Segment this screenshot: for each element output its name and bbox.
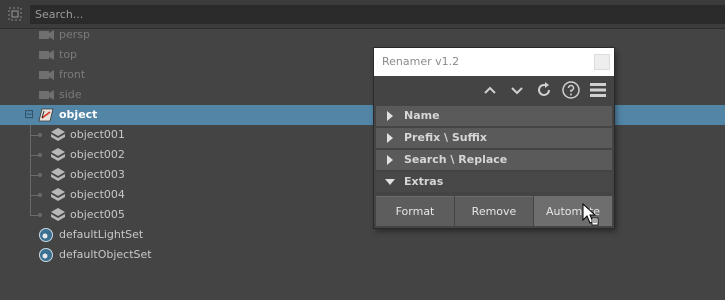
search-field[interactable] [30,5,725,24]
item-label: object001 [70,128,125,141]
section-search-replace[interactable]: Search \ Replace [376,150,612,170]
mesh-transform-icon [51,188,65,201]
section-prefix-suffix[interactable]: Prefix \ Suffix [376,128,612,148]
section-label: Prefix \ Suffix [404,131,487,144]
item-label: side [59,88,82,101]
window-titlebar[interactable]: Renamer v1.2 [374,48,614,76]
item-label: front [59,68,86,81]
outliner-item-object005[interactable]: object005 [0,205,725,225]
mesh-transform-icon [51,128,65,141]
group-transform-icon [38,108,54,122]
section-label: Search \ Replace [404,153,508,166]
outliner-item-defaultobjectset[interactable]: defaultObjectSet [0,245,725,265]
format-button[interactable]: Format [376,196,454,226]
tree-node-dot [38,133,42,137]
item-label: defaultLightSet [59,228,144,241]
item-label: object002 [70,148,125,161]
expand-arrow-icon [387,111,393,121]
mesh-transform-icon [51,148,65,161]
expand-arrow-icon [387,133,393,143]
section-label: Name [404,109,440,122]
outliner-item-top[interactable]: top [0,45,725,65]
item-label: object003 [70,168,125,181]
window-title: Renamer v1.2 [382,55,460,68]
outliner-panel: persp top front side ⊟ object [0,0,725,300]
set-icon [39,248,53,262]
outliner-item-defaultlightset[interactable]: defaultLightSet [0,225,725,245]
close-button[interactable] [594,54,610,70]
camera-icon [39,90,54,100]
section-extras[interactable]: Extras [376,172,612,192]
item-label: object005 [70,208,125,221]
section-label: Extras [404,175,444,188]
camera-icon [39,50,54,60]
expand-arrow-icon [387,155,393,165]
mesh-transform-icon [51,168,65,181]
refresh-icon[interactable] [534,80,554,100]
remove-button[interactable]: Remove [455,196,533,226]
item-label: persp [59,28,90,41]
chevron-down-icon[interactable] [507,80,527,100]
automate-button[interactable]: Automate [534,196,612,226]
outliner-item-object004[interactable]: object004 [0,185,725,205]
tree-node-dot [38,153,42,157]
search-input[interactable] [31,6,724,23]
renamer-window: Renamer v1.2 Name Prefix \ Suffix Search… [374,48,614,228]
mouse-cursor-icon [582,203,599,226]
outliner-item-object003[interactable]: object003 [0,165,725,185]
camera-icon [39,70,54,80]
outliner-item-object001[interactable]: object001 [0,125,725,145]
tree-node-dot [38,213,42,217]
help-icon[interactable] [561,80,581,100]
menu-icon[interactable] [588,80,608,100]
section-name[interactable]: Name [376,106,612,126]
outliner-item-front[interactable]: front [0,65,725,85]
filter-icon[interactable] [6,5,24,23]
chevron-up-icon[interactable] [480,80,500,100]
item-label: object [59,108,98,121]
outliner-item-object002[interactable]: object002 [0,145,725,165]
renamer-toolbar [374,76,614,104]
item-label: object004 [70,188,125,201]
item-label: top [59,48,78,61]
camera-icon [39,30,54,40]
outliner-item-object[interactable]: ⊟ object [0,105,725,125]
tree-node-dot [38,193,42,197]
set-icon [39,228,53,242]
outliner-item-persp[interactable]: persp [0,25,725,45]
tree-node-dot [38,173,42,177]
item-label: defaultObjectSet [59,248,152,261]
collapse-toggle[interactable]: ⊟ [24,107,34,121]
mesh-transform-icon [51,208,65,221]
collapse-arrow-icon [385,179,395,185]
outliner-item-side[interactable]: side [0,85,725,105]
